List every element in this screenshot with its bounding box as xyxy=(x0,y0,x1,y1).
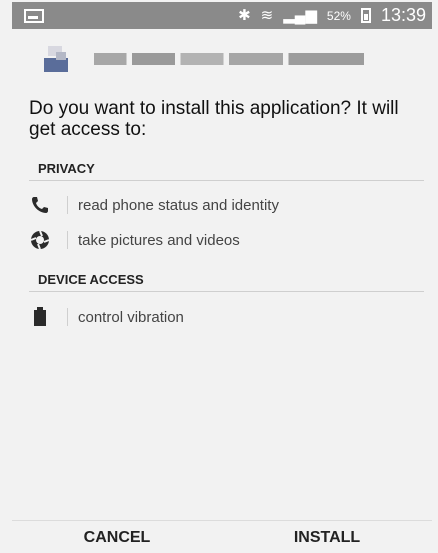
wifi-icon: ≋ xyxy=(260,7,274,24)
camera-icon xyxy=(29,229,51,251)
permission-vibration: control vibration xyxy=(29,302,424,332)
app-name-blurred xyxy=(94,53,364,65)
battery-percent: 52% xyxy=(326,8,351,23)
bluetooth-icon: ✱ xyxy=(238,7,251,24)
install-dialog-screen: ✱ ≋ ▂▄▆ 52% 13:39 Do you want to install… xyxy=(0,0,438,553)
permission-label: take pictures and videos xyxy=(78,231,240,249)
section-title-device-access: DEVICE ACCESS xyxy=(38,272,144,287)
cancel-button[interactable]: CANCEL xyxy=(12,521,222,553)
permission-phone-status: read phone status and identity xyxy=(29,190,424,220)
status-icons: ✱ ≋ ▂▄▆ 52% 13:39 xyxy=(238,5,426,26)
section-divider xyxy=(29,180,424,181)
permission-label: read phone status and identity xyxy=(78,196,279,214)
install-question: Do you want to install this application?… xyxy=(29,98,399,140)
section-title-privacy: PRIVACY xyxy=(38,161,95,176)
section-divider xyxy=(29,291,424,292)
signal-icon: ▂▄▆ xyxy=(283,7,317,24)
app-icon xyxy=(44,46,70,72)
phone-icon xyxy=(29,194,51,216)
vibration-icon xyxy=(29,306,51,328)
screenshot-icon xyxy=(24,8,44,23)
row-separator xyxy=(67,196,68,214)
app-header xyxy=(12,29,432,89)
row-separator xyxy=(67,308,68,326)
permission-label: control vibration xyxy=(78,308,184,326)
battery-icon xyxy=(360,8,371,23)
action-bar: CANCEL INSTALL xyxy=(12,520,432,553)
status-bar: ✱ ≋ ▂▄▆ 52% 13:39 xyxy=(12,2,432,29)
status-time: 13:39 xyxy=(380,5,426,25)
permission-camera: take pictures and videos xyxy=(29,225,424,255)
row-separator xyxy=(67,231,68,249)
install-button[interactable]: INSTALL xyxy=(222,521,432,553)
